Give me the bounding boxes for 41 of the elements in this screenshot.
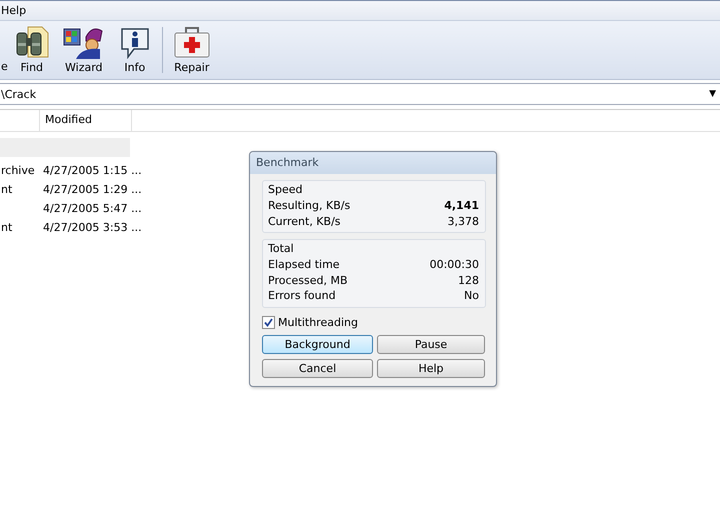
menu-item[interactable]: Help: [0, 4, 28, 17]
first-aid-kit-icon: [172, 25, 211, 59]
dropdown-arrow[interactable]: ▼: [709, 89, 716, 99]
stat-value: 128: [458, 272, 479, 288]
toolbar-button[interactable]: Info: [112, 21, 158, 79]
file-row[interactable]: 4/27/2005 5:47 ...: [0, 199, 146, 218]
checkbox-label[interactable]: Multithreading: [278, 316, 358, 328]
stat-value: No: [464, 288, 479, 304]
column-header[interactable]: Modified: [40, 110, 132, 131]
table-cell-text: 4/27/2005 1:15 ...: [43, 163, 142, 179]
table-cell-text: rchive: [1, 163, 35, 179]
toolbar-button[interactable]: Wizard: [56, 21, 112, 79]
stat-label: Current, KB/s: [268, 214, 341, 229]
toolbar-button[interactable]: Find: [8, 21, 56, 79]
table-cell-text: 4/27/2005 3:53 ...: [43, 220, 142, 236]
stat-label: Resulting, KB/s: [268, 198, 350, 214]
dialog-title: Benchmark: [250, 152, 496, 174]
dialog-button[interactable]: Pause: [377, 334, 485, 354]
stat-value: 3,378: [448, 214, 479, 229]
dialog-button[interactable]: Cancel: [262, 358, 373, 378]
file-row[interactable]: nt 4/27/2005 3:53 ...: [0, 218, 146, 237]
table-cell-text: nt: [1, 220, 12, 236]
file-row[interactable]: nt 4/27/2005 1:29 ...: [0, 180, 146, 199]
toolbar-button[interactable]: Repair: [166, 21, 217, 79]
table-cell-text: nt: [1, 182, 12, 198]
dialog-button[interactable]: Background: [262, 334, 373, 354]
group-title: Total: [268, 242, 295, 256]
stat-label: Errors found: [268, 288, 336, 304]
stat-label: Elapsed time: [268, 257, 340, 272]
stat-value: 00:00:30: [430, 257, 479, 272]
toolbar-button[interactable]: e: [0, 21, 8, 79]
stat-value: 4,141: [444, 198, 479, 214]
binoculars-icon: [14, 25, 50, 59]
stat-label: Processed, MB: [268, 272, 348, 288]
table-cell-text: 4/27/2005 1:29 ...: [43, 182, 142, 198]
file-row[interactable]: rchive 4/27/2005 1:15 ...: [0, 161, 146, 180]
checkbox[interactable]: [262, 316, 275, 328]
group-title: Speed: [268, 183, 304, 197]
table-cell-text: 4/27/2005 5:47 ...: [43, 201, 142, 217]
dialog-button[interactable]: Help: [377, 358, 485, 378]
address-field[interactable]: \Crack ▼: [0, 83, 720, 105]
